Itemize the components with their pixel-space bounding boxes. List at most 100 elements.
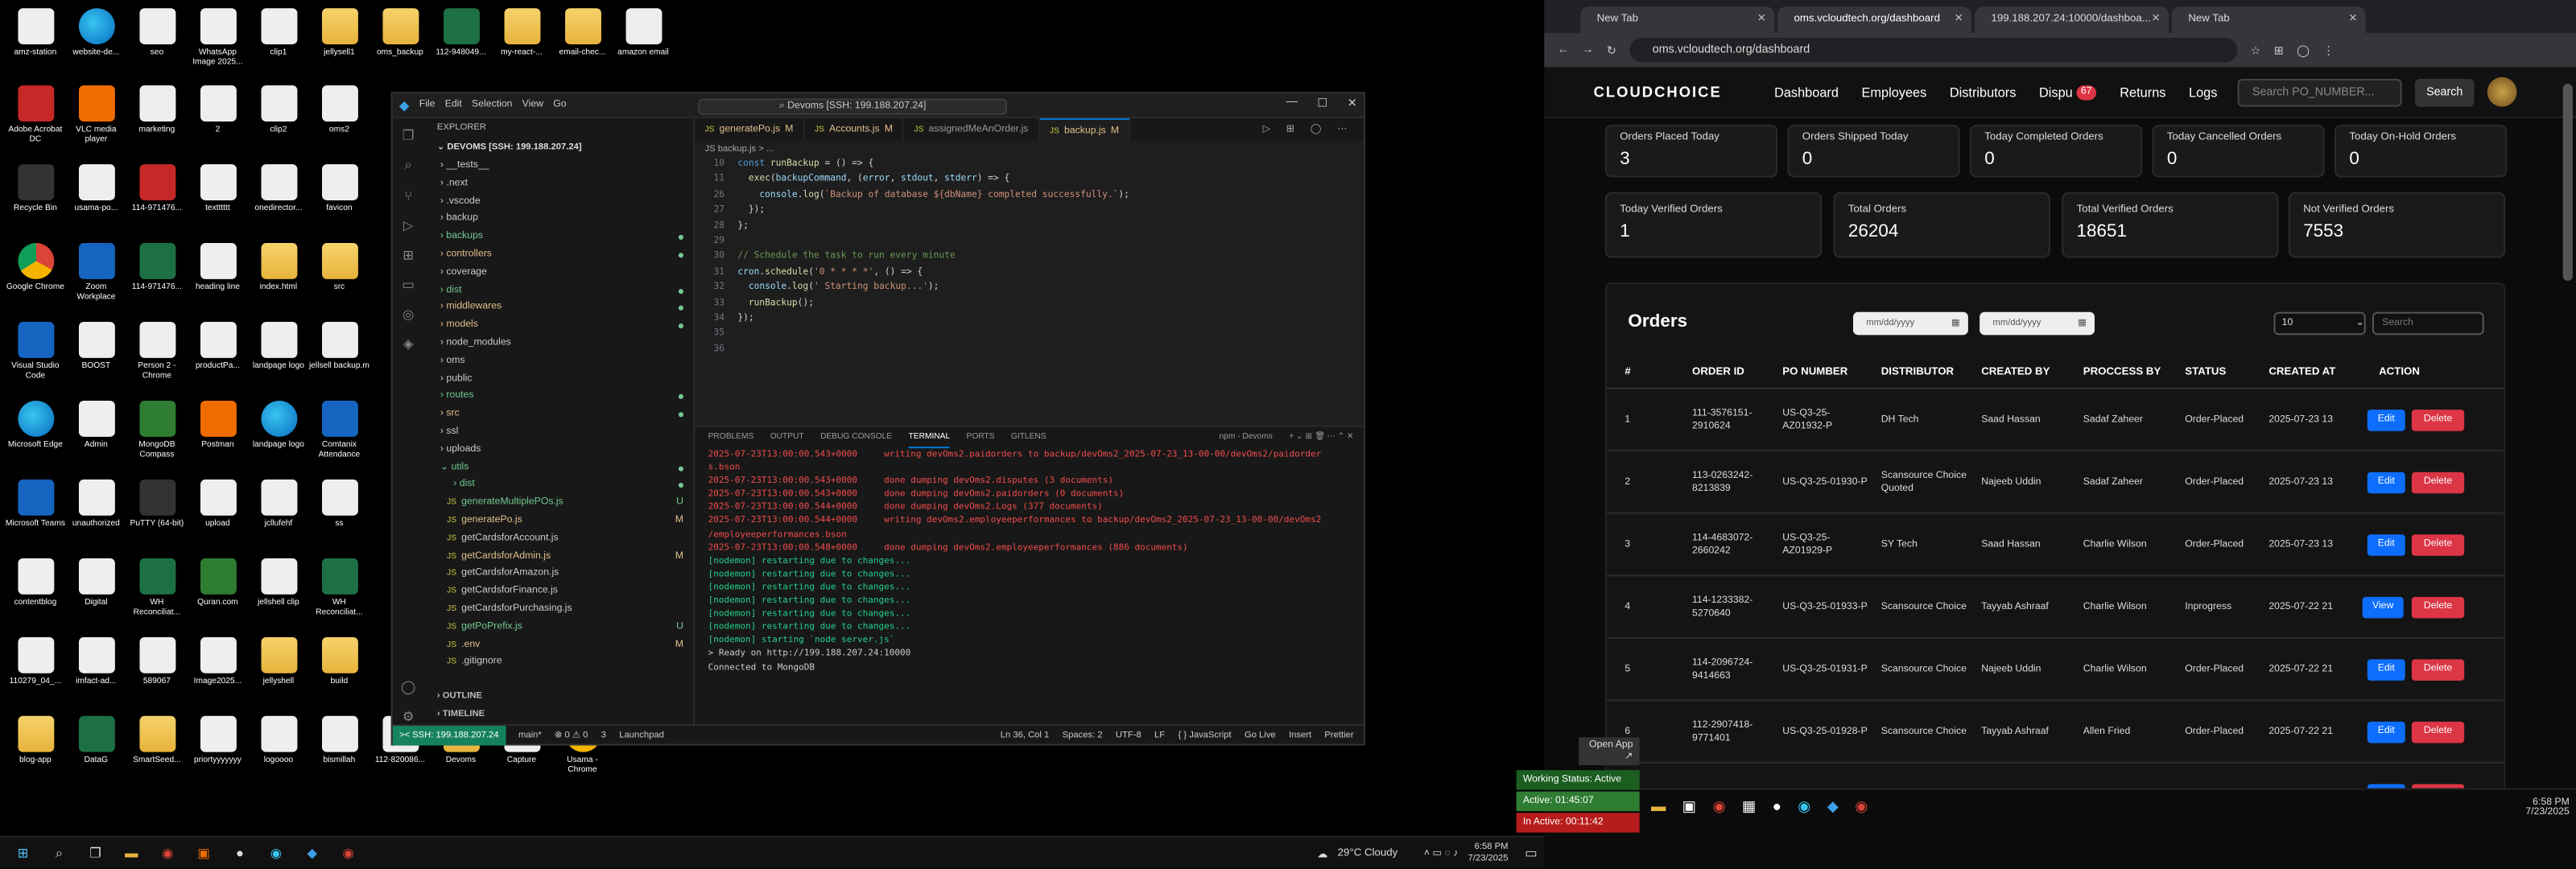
desktop-icon[interactable]: ss (309, 479, 370, 529)
edge-icon[interactable]: ◉ (1798, 798, 1810, 816)
breadcrumb[interactable]: JS backup.js > ... (695, 142, 1364, 158)
command-center[interactable]: ⌕ Devoms [SSH: 199.188.207.24] (698, 98, 1008, 115)
desktop-icon[interactable]: BOOST (66, 321, 127, 371)
desktop-icon[interactable]: priortyyyyyyy (188, 715, 249, 765)
close-icon[interactable]: ✕ (1955, 6, 1963, 33)
settings-gear-icon[interactable]: ⚙ (402, 710, 415, 724)
profile-icon[interactable]: ◯ (2297, 43, 2310, 56)
minimize-icon[interactable]: — (1286, 97, 1298, 109)
app-icon[interactable]: ● (1773, 798, 1781, 816)
delete-button[interactable]: Delete (2411, 409, 2465, 430)
explorer-icon[interactable]: ❐ (402, 128, 415, 142)
app-icon[interactable]: ▦ (1742, 798, 1756, 816)
nav-returns[interactable]: Returns (2120, 84, 2165, 99)
view-button[interactable]: View (2362, 595, 2404, 618)
desktop-icon[interactable]: my-react-... (491, 8, 552, 57)
weather-text[interactable]: 29°C Cloudy (1338, 847, 1398, 859)
store-icon[interactable]: ▣ (1682, 798, 1696, 816)
tree-item[interactable]: › models (424, 317, 694, 335)
desktop-icon[interactable]: DataG (66, 715, 127, 765)
desktop-icon[interactable]: build (309, 636, 370, 686)
panel-tab-problems[interactable]: PROBLEMS (708, 427, 754, 449)
menu-item-view[interactable]: View (522, 100, 543, 109)
bookmark-star-icon[interactable]: ☆ (2251, 43, 2261, 56)
clock[interactable]: 6:58 PM 7/23/2025 (1468, 842, 1509, 865)
desktop-icon[interactable]: onedirector... (248, 164, 309, 213)
menu-item-edit[interactable]: Edit (445, 100, 462, 109)
desktop-icon[interactable]: 112-948049... (431, 8, 492, 57)
delete-button[interactable]: Delete (2411, 720, 2465, 743)
desktop-icon[interactable]: marketing (126, 85, 188, 134)
desktop-icon[interactable]: blog-app (5, 715, 66, 765)
delete-button[interactable]: Delete (2411, 595, 2465, 618)
tree-item[interactable]: ⌄ utils (424, 459, 694, 476)
status-enc[interactable]: UTF-8 (1116, 730, 1141, 739)
desktop-icon[interactable]: Quran.com (188, 558, 249, 607)
menu-item-selection[interactable]: Selection (472, 100, 512, 109)
edit-button[interactable]: Edit (2367, 533, 2405, 555)
git-branch[interactable]: main* (518, 730, 542, 739)
desktop-icon[interactable]: landpage logo (248, 400, 309, 450)
tree-item[interactable]: JS getPoPrefix.js U (424, 619, 694, 636)
desktop-icon[interactable]: oms_backup (369, 8, 431, 57)
remote-icon[interactable]: ▭ (402, 278, 414, 292)
windows-start-icon[interactable]: ⊞ (10, 842, 36, 865)
edge-icon[interactable]: ◉ (263, 842, 290, 865)
desktop-icon[interactable]: clip2 (248, 85, 309, 134)
desktop-icon[interactable]: jcllufehf (248, 479, 309, 529)
notification-icon[interactable]: ▭ (1518, 842, 1545, 865)
extensions-icon[interactable]: ⊞ (402, 248, 414, 262)
desktop-icon[interactable]: upload (188, 479, 249, 529)
desktop-icon[interactable]: index.html (248, 243, 309, 292)
editor-tab[interactable]: JS backup.js M (1039, 117, 1131, 142)
page-scrollbar[interactable] (2562, 84, 2573, 281)
terminal-output[interactable]: 2025-07-23T13:00:00.543+0000 writing dev… (695, 448, 1364, 674)
menu-dots-icon[interactable]: ⋮ (2322, 43, 2334, 56)
python-icon[interactable]: ◈ (403, 336, 414, 351)
source-control-icon[interactable]: ⑂ (404, 189, 412, 204)
desktop-icon[interactable]: productPa... (188, 321, 249, 371)
status-eol[interactable]: LF (1154, 730, 1165, 739)
tree-item[interactable]: › oms (424, 352, 694, 370)
file-explorer-icon[interactable]: ▬ (1651, 798, 1666, 816)
desktop-icon[interactable]: Image2025... (188, 636, 249, 686)
edit-button[interactable]: Edit (2367, 720, 2405, 743)
run-debug-icon[interactable]: ▷ (403, 218, 414, 233)
nav-employees[interactable]: Employees (1862, 84, 1927, 99)
desktop-icon[interactable]: 110279_04_... (5, 636, 66, 686)
desktop-icon[interactable]: landpage logo (248, 321, 309, 371)
edit-button[interactable]: Edit (2367, 471, 2405, 493)
tree-item[interactable]: JS getCardsforAmazon.js (424, 566, 694, 583)
tree-item[interactable]: JS getCardsforAdmin.js M (424, 548, 694, 566)
desktop-icon[interactable]: Visual Studio Code (5, 321, 66, 381)
tree-item[interactable]: JS .gitignore (424, 654, 694, 672)
desktop-icon[interactable]: Recycle Bin (5, 164, 66, 213)
tree-item[interactable]: › .next (424, 175, 694, 193)
gitlens-icon[interactable]: ◎ (402, 307, 414, 322)
desktop-icon[interactable]: logoooo (248, 715, 309, 765)
desktop-icon[interactable]: Comtanix Attendance (309, 400, 370, 459)
po-search-input[interactable]: Search PO_NUMBER... (2237, 78, 2402, 107)
nav-dispu[interactable]: Dispu (2039, 84, 2073, 99)
desktop-icon[interactable]: Postman (188, 400, 249, 450)
desktop-icon[interactable]: jellyshell (248, 636, 309, 686)
chrome-icon[interactable]: ◉ (335, 842, 361, 865)
desktop-icon[interactable]: Zoom Workplace (66, 243, 127, 303)
panel-tab-gitlens[interactable]: GITLENS (1011, 427, 1046, 449)
desktop-icon[interactable]: PuTTY (64-bit) (126, 479, 188, 529)
desktop-icon[interactable]: Microsoft Edge (5, 400, 66, 450)
outline-section[interactable]: › OUTLINE (424, 686, 482, 706)
edit-button[interactable]: Edit (2367, 409, 2405, 430)
nav-dashboard[interactable]: Dashboard (1774, 84, 1839, 99)
desktop-icon[interactable]: seo (126, 8, 188, 57)
tree-item[interactable]: › dist (424, 477, 694, 495)
desktop-icon[interactable]: heading line (188, 243, 249, 292)
desktop-icon[interactable]: bismillah (309, 715, 370, 765)
account-icon[interactable]: ◯ (401, 680, 415, 694)
desktop-icon[interactable]: jellysell1 (309, 8, 370, 57)
chrome-icon[interactable]: ◉ (1855, 798, 1868, 816)
ports-count[interactable]: 3 (601, 730, 606, 739)
search-icon[interactable]: ⌕ (46, 842, 72, 865)
tree-item[interactable]: JS getCardsforAccount.js (424, 530, 694, 548)
panel-tab-output[interactable]: OUTPUT (770, 427, 804, 449)
